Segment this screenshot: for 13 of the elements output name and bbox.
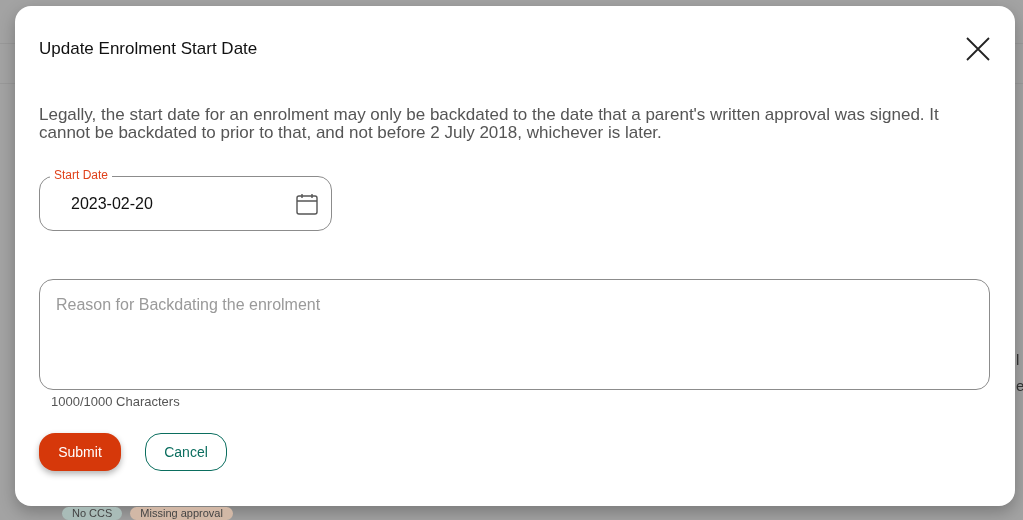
background-text: l [1016,351,1020,368]
dialog-title: Update Enrolment Start Date [39,39,258,59]
description-text: Legally, the start date for an enrolment may only be backdated to the date that a parent's written approval was signed. It cannot be backdated to prior to that, and not before 2 July 2018, whichever is later. [39,106,940,142]
date-value: 2023-02-20 [71,194,153,213]
cancel-button[interactable]: Cancel [145,433,227,471]
status-tag: No CCS [62,507,123,520]
submit-button[interactable]: Submit [39,433,121,471]
reason-field[interactable]: Reason for Backdating the enrolment [39,279,990,390]
status-tag: Missing approval [130,507,233,520]
calendar-icon[interactable] [295,191,319,216]
background-text: e [1016,377,1023,394]
character-counter: 1000/1000 Characters [51,394,181,409]
close-icon[interactable] [965,36,991,62]
